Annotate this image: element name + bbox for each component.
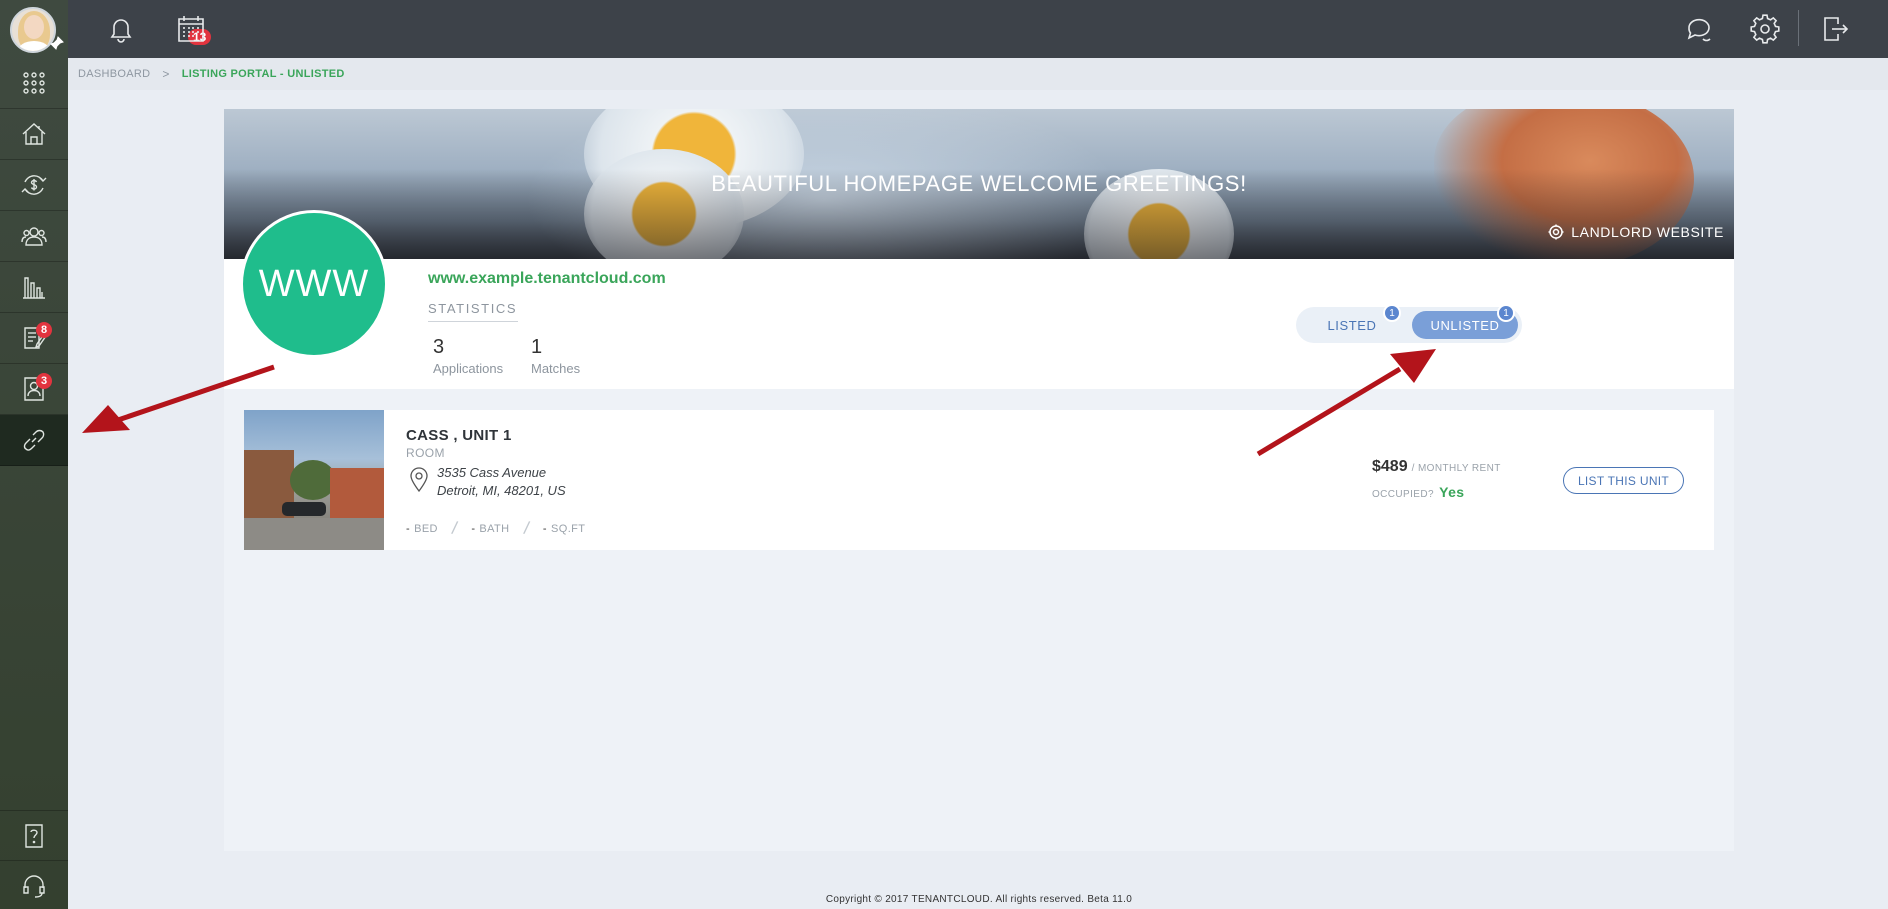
listing-specs: - BED / - BATH / - SQ.FT [406, 518, 585, 539]
statistics-label: STATISTICS [428, 301, 518, 322]
notifications-button[interactable] [106, 14, 136, 44]
rent-label: / MONTHLY RENT [1411, 463, 1501, 474]
listing-status-toggle: LISTED UNLISTED 1 1 [1296, 304, 1522, 343]
sqft-label: SQ.FT [551, 522, 586, 535]
help-icon [25, 823, 43, 848]
top-bar: 13 [68, 0, 1888, 58]
settings-button[interactable] [1750, 14, 1780, 44]
logout-button[interactable] [1820, 14, 1850, 44]
footer-copyright: Copyright © 2017 TENANTCLOUD. All rights… [825, 894, 1133, 905]
topbar-divider [1798, 10, 1799, 46]
tasks-badge: 8 [36, 322, 53, 338]
calendar-button[interactable] [176, 14, 206, 44]
sidebar-item-help[interactable] [0, 810, 68, 861]
sidebar-item-support[interactable] [0, 861, 68, 909]
sidebar-item-tenants[interactable] [0, 211, 68, 262]
breadcrumb: DASHBOARD > LISTING PORTAL - UNLISTED [68, 58, 1888, 90]
stat-matches[interactable]: 1 Matches [531, 336, 580, 376]
pin-icon[interactable] [50, 36, 64, 50]
bed-value: - [406, 522, 411, 535]
tenants-icon [21, 227, 47, 246]
chat-icon [1687, 18, 1711, 42]
sidebar-item-properties[interactable] [0, 109, 68, 160]
occupied-label: OCCUPIED? [1372, 489, 1434, 500]
listing-address: 3535 Cass Avenue Detroit, MI, 48201, US [437, 464, 566, 500]
rent-value: $489 [1372, 458, 1408, 475]
accounting-icon [21, 175, 47, 195]
listed-count-badge: 1 [1383, 304, 1401, 322]
apps-grid-icon [23, 72, 45, 94]
stat-applications-label: Applications [433, 361, 504, 376]
occupied-status: OCCUPIED? Yes [1372, 484, 1464, 500]
landlord-website-label: LANDLORD WEBSITE [1571, 224, 1724, 240]
location-pin-icon [408, 466, 430, 493]
bed-label: BED [414, 522, 438, 535]
address-line-2: Detroit, MI, 48201, US [437, 483, 566, 498]
applications-badge: 3 [36, 373, 53, 389]
bath-value: - [471, 522, 476, 535]
spec-divider: / [450, 517, 460, 539]
messages-button[interactable] [1683, 14, 1713, 44]
banner: BEAUTIFUL HOMEPAGE WELCOME GREETINGS! LA… [224, 109, 1734, 259]
stat-applications[interactable]: 3 Applications [433, 336, 503, 376]
logout-icon [1824, 17, 1849, 41]
site-logo: WWW [240, 210, 388, 358]
list-this-unit-button[interactable]: LIST THIS UNIT [1563, 467, 1684, 494]
stat-applications-value: 3 [433, 336, 445, 358]
spec-divider: / [521, 517, 531, 539]
support-icon [23, 875, 45, 898]
stat-matches-value: 1 [531, 336, 543, 358]
landlord-website-link[interactable]: LANDLORD WEBSITE [1548, 224, 1724, 240]
breadcrumb-separator: > [162, 67, 170, 81]
sidebar-item-accounting[interactable] [0, 160, 68, 211]
sidebar-item-reports[interactable] [0, 262, 68, 313]
listing-title[interactable]: CASS , UNIT 1 [406, 427, 512, 444]
bell-icon [110, 19, 132, 43]
calendar-icon [178, 16, 204, 42]
listing-link-icon [23, 429, 45, 451]
sidebar-item-tasks[interactable]: 8 [0, 313, 68, 364]
sidebar-item-listing[interactable] [0, 415, 68, 466]
properties-icon [22, 123, 46, 145]
property-photo[interactable] [244, 410, 384, 550]
reports-icon [23, 277, 45, 299]
sqft-value: - [542, 522, 547, 535]
bath-label: BATH [479, 522, 510, 535]
breadcrumb-dashboard[interactable]: DASHBOARD [78, 68, 150, 80]
listing-card[interactable]: CASS , UNIT 1 ROOM 3535 Cass Avenue Detr… [244, 410, 1714, 550]
gear-icon [1548, 224, 1564, 240]
listing-type: ROOM [406, 446, 445, 460]
banner-title: BEAUTIFUL HOMEPAGE WELCOME GREETINGS! [711, 171, 1247, 196]
sidebar: 8 3 [0, 0, 68, 909]
breadcrumb-current: LISTING PORTAL - UNLISTED [181, 68, 345, 80]
stat-matches-label: Matches [531, 361, 581, 376]
site-url-link[interactable]: www.example.tenantcloud.com [428, 270, 666, 288]
address-line-1: 3535 Cass Avenue [437, 465, 547, 480]
sidebar-item-applications[interactable]: 3 [0, 364, 68, 415]
monthly-rent: $489/ MONTHLY RENT [1372, 458, 1501, 476]
gear-icon [1750, 14, 1780, 44]
unlisted-count-badge: 1 [1497, 304, 1515, 322]
sidebar-item-apps[interactable] [0, 58, 68, 109]
occupied-value: Yes [1439, 484, 1465, 500]
